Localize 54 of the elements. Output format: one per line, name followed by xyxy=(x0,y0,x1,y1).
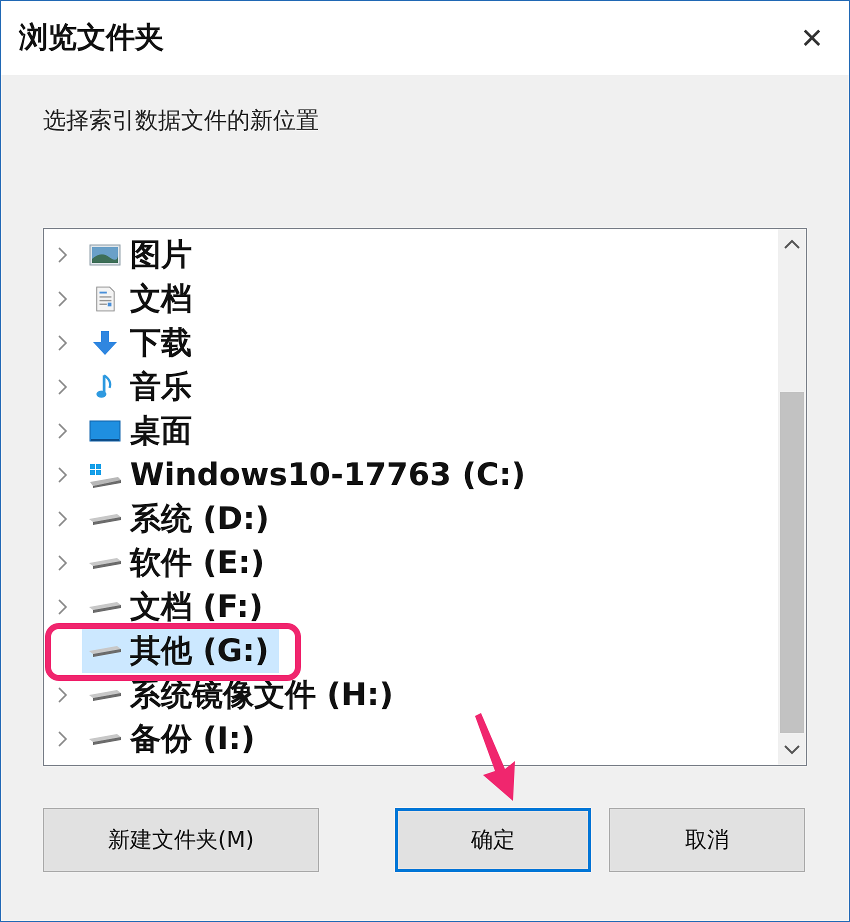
desktop-icon xyxy=(89,419,121,443)
scroll-up-icon[interactable] xyxy=(784,239,800,249)
dialog-button[interactable]: 确定 xyxy=(395,808,591,872)
tree-item[interactable]: 系统 (D:) xyxy=(44,497,778,541)
drive-icon xyxy=(88,688,122,702)
tree-item[interactable]: 备份 (I:) xyxy=(44,717,778,761)
chevron-icon[interactable] xyxy=(58,291,68,307)
drive-icon xyxy=(88,732,122,746)
description-text: 选择索引数据文件的新位置 xyxy=(43,107,320,136)
folder-label: 下载 xyxy=(129,324,193,363)
scrollbar-thumb[interactable] xyxy=(780,392,804,733)
folder-label: 文档 xyxy=(129,280,193,319)
folder-label: 软件 (E:) xyxy=(128,544,266,583)
windows-drive-icon xyxy=(88,462,122,488)
window-title: 浏览文件夹 xyxy=(19,19,164,56)
folder-label: Windows10-17763 (C:) xyxy=(129,457,527,493)
scroll-down-icon[interactable] xyxy=(784,745,800,755)
down-arrow-icon xyxy=(91,329,119,357)
tree-item[interactable]: 图片 xyxy=(44,233,778,277)
folder-label: 图片 xyxy=(129,236,193,275)
folder-label: 系统 (D:) xyxy=(128,500,270,539)
drive-icon xyxy=(88,512,122,526)
drive-icon xyxy=(88,644,122,658)
chevron-icon[interactable] xyxy=(58,511,68,527)
dialog-button[interactable]: 新建文件夹(M) xyxy=(43,808,319,872)
tree-item[interactable]: 桌面 xyxy=(44,409,778,453)
tree-item[interactable]: 音乐 xyxy=(44,365,778,409)
tree-item[interactable]: 文档 (F:) xyxy=(44,585,778,629)
folder-label: 其他 (G:) xyxy=(129,632,270,671)
scrollbar[interactable] xyxy=(778,229,806,765)
chevron-icon[interactable] xyxy=(58,379,68,395)
tree-item[interactable]: 其他 (G:) xyxy=(82,629,279,673)
folder-label: 备份 (I:) xyxy=(128,720,256,759)
dialog-button[interactable]: 取消 xyxy=(609,808,805,872)
tree-item[interactable]: 文档 xyxy=(44,277,778,321)
drive-icon xyxy=(88,556,122,570)
picture-icon xyxy=(89,243,121,267)
tree-item[interactable]: 下载 xyxy=(44,321,778,365)
tree-item[interactable]: Windows10-17763 (C:) xyxy=(44,453,778,497)
close-button[interactable]: ✕ xyxy=(775,1,849,75)
tree-item[interactable]: 软件 (E:) xyxy=(44,541,778,585)
chevron-icon[interactable] xyxy=(58,599,68,615)
chevron-icon[interactable] xyxy=(58,687,68,703)
document-icon xyxy=(94,285,116,313)
chevron-icon[interactable] xyxy=(58,555,68,571)
folder-label: 桌面 xyxy=(129,412,193,451)
chevron-icon[interactable] xyxy=(58,423,68,439)
folder-label: 文档 (F:) xyxy=(129,588,264,627)
drive-icon xyxy=(88,600,122,614)
chevron-icon[interactable] xyxy=(58,731,68,747)
chevron-icon[interactable] xyxy=(58,335,68,351)
chevron-icon[interactable] xyxy=(58,467,68,483)
chevron-icon[interactable] xyxy=(58,247,68,263)
folder-label: 音乐 xyxy=(129,368,193,407)
